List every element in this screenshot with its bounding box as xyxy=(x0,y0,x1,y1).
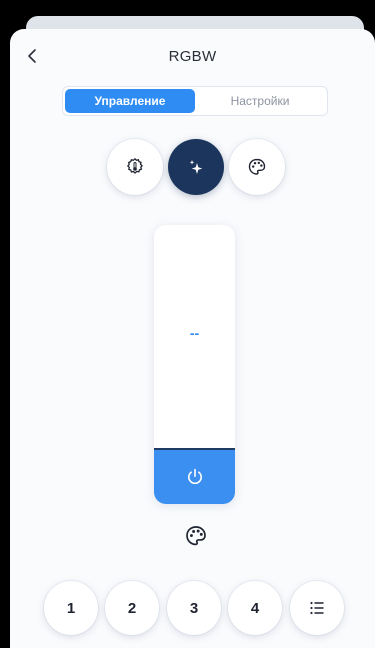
mode-temperature-button[interactable] xyxy=(107,139,163,195)
temperature-icon xyxy=(127,158,143,174)
mode-effects-button[interactable] xyxy=(168,139,224,195)
preset-3-button[interactable]: 3 xyxy=(167,581,221,635)
segmented-control: Управление Настройки xyxy=(62,86,328,116)
preset-2-button[interactable]: 2 xyxy=(105,581,159,635)
page-title: RGBW xyxy=(168,48,217,65)
palette-icon xyxy=(248,158,266,175)
tab-control[interactable]: Управление xyxy=(65,89,195,113)
tab-settings[interactable]: Настройки xyxy=(195,89,325,113)
preset-list-button[interactable] xyxy=(290,581,344,635)
list-icon xyxy=(310,601,324,615)
brightness-slider[interactable]: -- xyxy=(154,225,235,504)
power-icon[interactable] xyxy=(184,466,206,488)
header: RGBW xyxy=(10,29,375,85)
slider-fill[interactable] xyxy=(154,448,235,504)
slider-value: -- xyxy=(189,325,200,341)
preset-1-button[interactable]: 1 xyxy=(44,581,98,635)
mode-palette-button[interactable] xyxy=(229,139,285,195)
preset-4-button[interactable]: 4 xyxy=(228,581,282,635)
sparkle-icon xyxy=(189,160,203,174)
device-sheet: RGBW Управление Настройки -- 1 2 3 4 xyxy=(10,29,375,648)
palette-icon[interactable] xyxy=(184,524,208,548)
